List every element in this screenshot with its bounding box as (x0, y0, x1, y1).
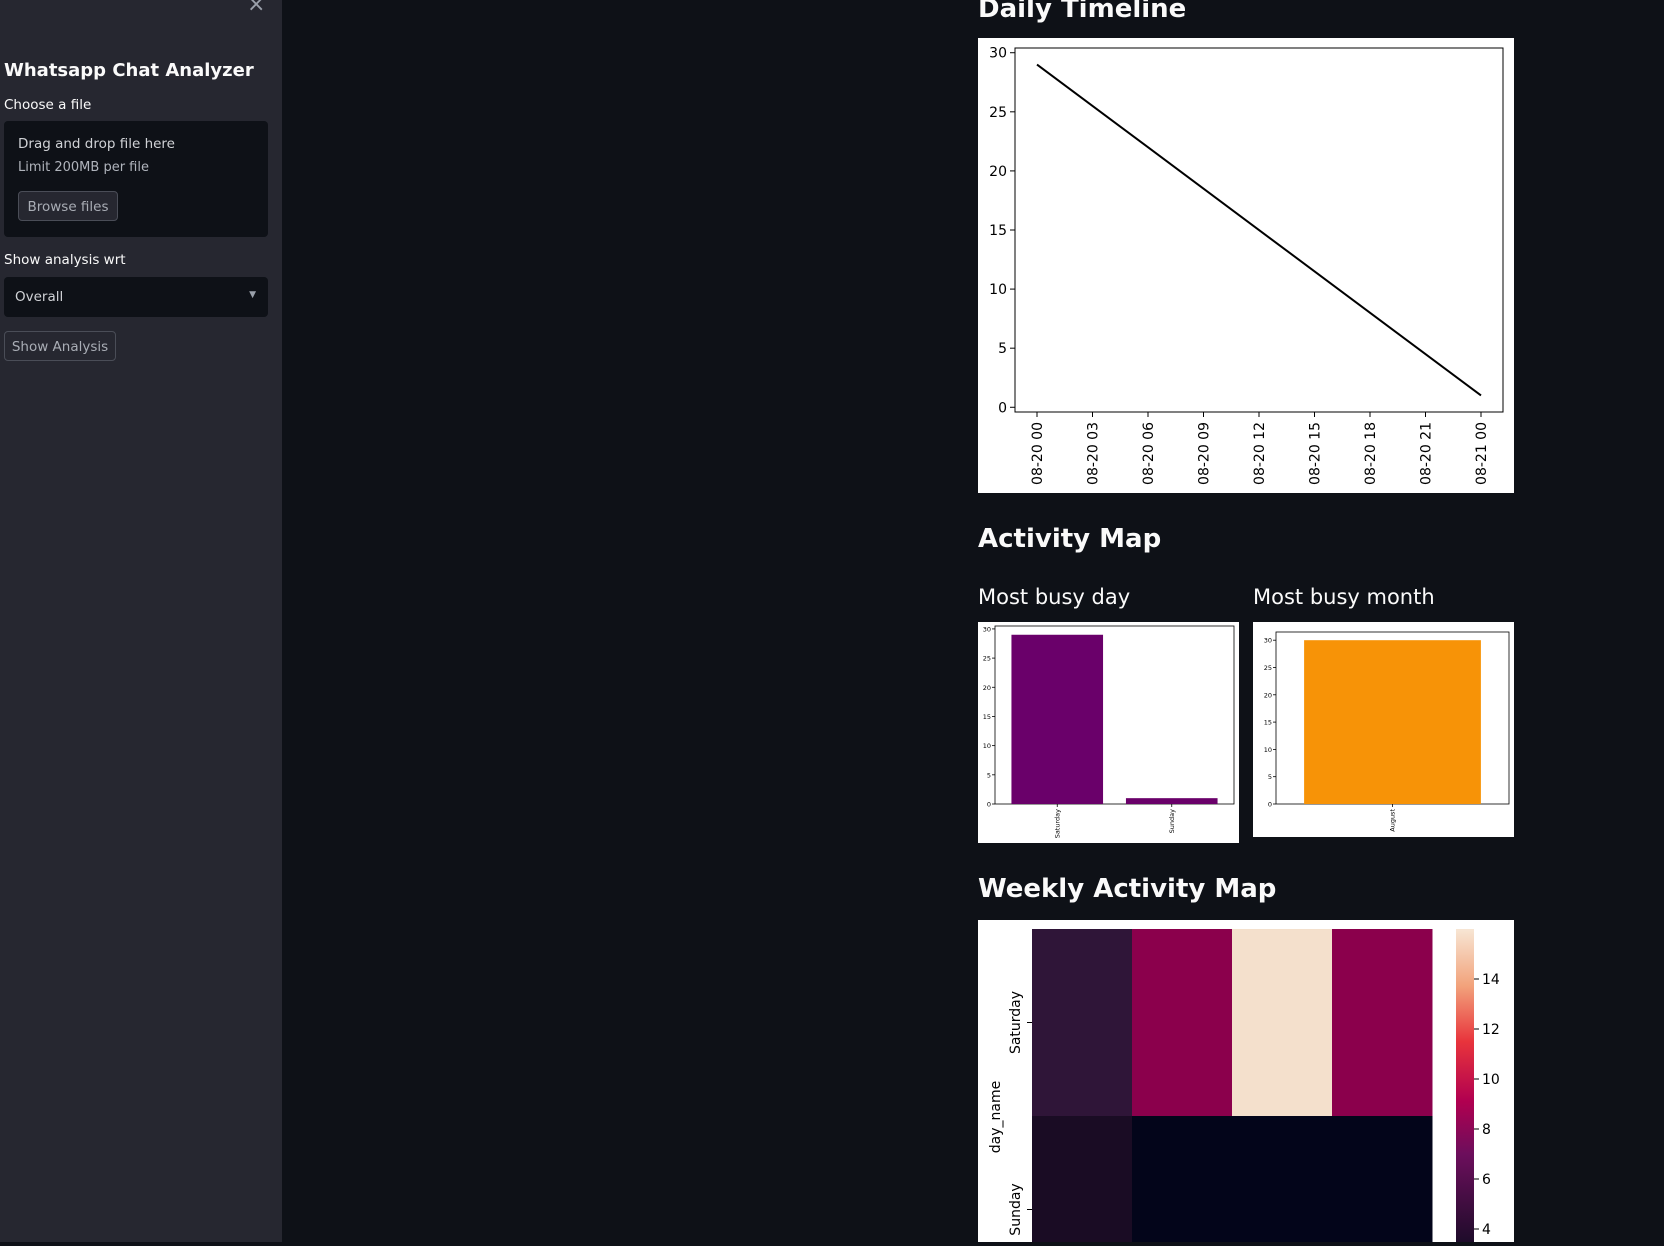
select-value: Overall (15, 289, 64, 305)
y-axis-label: day_name (988, 1081, 1004, 1153)
colorbar-tick-label: 8 (1482, 1122, 1491, 1138)
busy-month-chart: 0 5 10 15 20 25 30 August (1253, 622, 1514, 837)
colorbar-tick-label: 14 (1482, 972, 1500, 988)
bar-sunday (1125, 798, 1218, 804)
most-busy-day-heading: Most busy day (978, 585, 1131, 609)
heatmap-cell (1132, 929, 1233, 1117)
x-tick-label: 08-20 09 (1197, 422, 1213, 485)
bar-saturday (1011, 634, 1104, 804)
colorbar (1456, 929, 1474, 1242)
weekly-activity-heading: Weekly Activity Map (978, 874, 1277, 904)
y-tick-label: 30 (1264, 637, 1272, 645)
x-tick-label: 08-21 00 (1474, 422, 1490, 485)
most-busy-month-heading: Most busy month (1253, 585, 1435, 609)
file-size-limit: Limit 200MB per file (18, 160, 149, 175)
heatmap-cell (1332, 929, 1433, 1117)
weekly-activity-heatmap: Saturday Sunday day_name 4 6 8 10 12 14 (978, 920, 1514, 1246)
daily-timeline-chart: 0 5 10 15 20 25 30 08-20 00 08-20 03 08-20 06 08-2… (978, 38, 1514, 493)
y-tick-label: 15 (983, 713, 991, 721)
busy-month-svg: 0 5 10 15 20 25 30 August (1264, 631, 1510, 832)
dropzone-instruction: Drag and drop file here (18, 136, 175, 152)
chevron-down-icon: ▼ (249, 290, 256, 300)
y-tick-label: 15 (989, 223, 1007, 239)
y-tick-label: 25 (983, 655, 991, 663)
x-tick-label: Saturday (1053, 809, 1061, 838)
browse-files-button[interactable]: Browse files (18, 191, 118, 221)
y-tick-label: 10 (989, 282, 1007, 298)
y-tick-label: 25 (1264, 664, 1272, 672)
daily-timeline-svg: 0 5 10 15 20 25 30 08-20 00 08-20 03 08-20 06 08-2… (989, 46, 1504, 485)
colorbar-tick-label: 6 (1482, 1172, 1491, 1188)
timeline-series-line (1036, 63, 1482, 397)
x-tick-label: 08-20 18 (1363, 422, 1379, 485)
colorbar-tick-label: 4 (1482, 1222, 1491, 1238)
y-tick-label: 30 (989, 46, 1007, 62)
y-tick-label: 5 (1268, 773, 1272, 781)
y-tick-label: 5 (998, 341, 1007, 357)
colorbar-tick-label: 10 (1482, 1072, 1500, 1088)
heatmap-cell (1232, 1116, 1333, 1246)
y-tick-label: 10 (1264, 746, 1272, 754)
x-tick-label: 08-20 15 (1308, 422, 1324, 485)
y-tick-label: 5 (987, 771, 991, 779)
y-tick-label: 0 (987, 801, 991, 809)
heatmap-cell (1032, 1116, 1133, 1246)
bar-august (1304, 640, 1481, 804)
weekly-activity-svg: Saturday Sunday day_name 4 6 8 10 12 14 (988, 929, 1500, 1246)
y-tick-label: 0 (998, 400, 1007, 416)
y-tick-label: 30 (983, 625, 991, 633)
y-tick-label: Sunday (1008, 1183, 1024, 1235)
analysis-select-label: Show analysis wrt (4, 252, 126, 268)
x-tick-label: 08-20 21 (1419, 422, 1435, 485)
app-title: Whatsapp Chat Analyzer (4, 60, 254, 81)
file-dropzone[interactable]: Drag and drop file here Limit 200MB per … (4, 121, 268, 237)
file-uploader-label: Choose a file (4, 97, 92, 113)
sidebar: × Whatsapp Chat Analyzer Choose a file D… (0, 0, 282, 1242)
activity-map-heading: Activity Map (978, 524, 1162, 554)
colorbar-tick-label: 12 (1482, 1022, 1500, 1038)
heatmap-cell (1232, 929, 1333, 1117)
daily-timeline-heading: Daily Timeline (978, 0, 1187, 24)
y-tick-label: 20 (983, 684, 991, 692)
y-tick-label: Saturday (1008, 991, 1024, 1054)
y-tick-label: 15 (1264, 719, 1272, 727)
x-tick-label: 08-20 06 (1141, 422, 1157, 485)
y-tick-label: 10 (983, 742, 991, 750)
busy-day-chart: 0 5 10 15 20 25 30 Saturday Sunday (978, 622, 1239, 843)
heatmap-cell (1132, 1116, 1233, 1246)
close-icon[interactable]: × (247, 0, 265, 17)
y-tick-label: 25 (989, 105, 1007, 121)
x-tick-label: Sunday (1168, 809, 1176, 833)
x-tick-label: 08-20 03 (1086, 422, 1102, 485)
y-tick-label: 0 (1268, 801, 1272, 809)
x-tick-label: 08-20 12 (1252, 422, 1268, 485)
analysis-user-select[interactable]: Overall ▼ (4, 277, 268, 317)
busy-day-svg: 0 5 10 15 20 25 30 Saturday Sunday (983, 625, 1235, 838)
y-tick-label: 20 (1264, 691, 1272, 699)
y-tick-label: 20 (989, 164, 1007, 180)
show-analysis-button[interactable]: Show Analysis (4, 331, 116, 361)
x-tick-label: 08-20 00 (1030, 422, 1046, 485)
heatmap-cell (1032, 929, 1133, 1117)
x-tick-label: August (1389, 809, 1397, 832)
heatmap-cell (1332, 1116, 1433, 1246)
